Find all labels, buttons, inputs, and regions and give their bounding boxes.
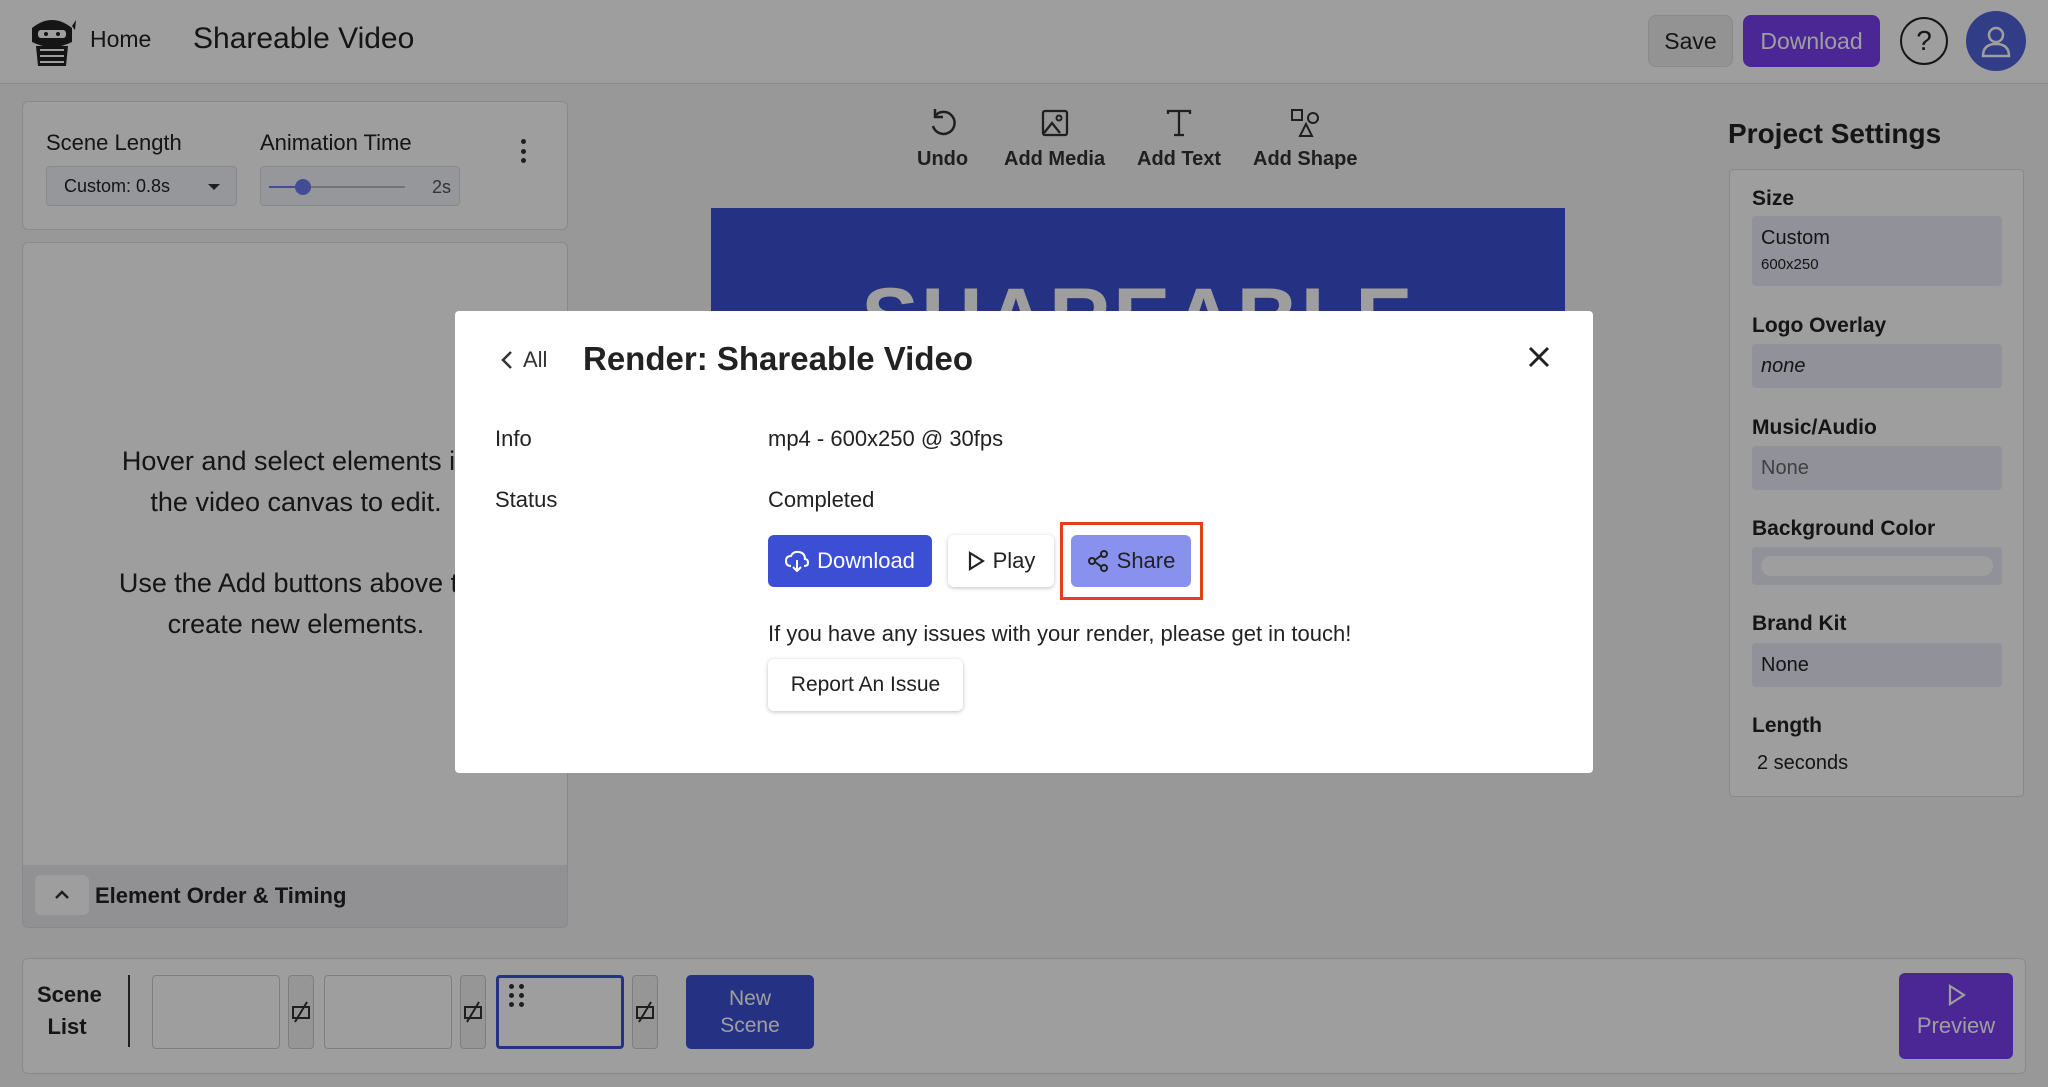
back-label: All <box>523 347 548 372</box>
render-download-button[interactable]: Download <box>768 535 932 587</box>
status-value: Completed <box>768 487 875 512</box>
status-label: Status <box>495 487 558 512</box>
dialog-title: Render: Shareable Video <box>583 340 974 377</box>
render-download-label: Download <box>817 548 915 573</box>
render-dialog: All Render: Shareable Video Info mp4 - 6… <box>455 311 1593 773</box>
issue-help-text: If you have any issues with your render,… <box>768 621 1352 646</box>
play-icon <box>968 551 985 571</box>
share-highlight-box <box>1060 522 1203 600</box>
close-icon[interactable] <box>1525 343 1553 371</box>
report-issue-button[interactable]: Report An Issue <box>768 659 963 711</box>
back-to-all-link[interactable]: All <box>501 347 547 373</box>
play-label: Play <box>992 548 1036 573</box>
chevron-left-icon <box>501 351 512 369</box>
cloud-download-icon <box>785 550 810 572</box>
info-value: mp4 - 600x250 @ 30fps <box>768 426 1004 451</box>
info-label: Info <box>495 426 532 451</box>
play-button[interactable]: Play <box>948 535 1054 587</box>
